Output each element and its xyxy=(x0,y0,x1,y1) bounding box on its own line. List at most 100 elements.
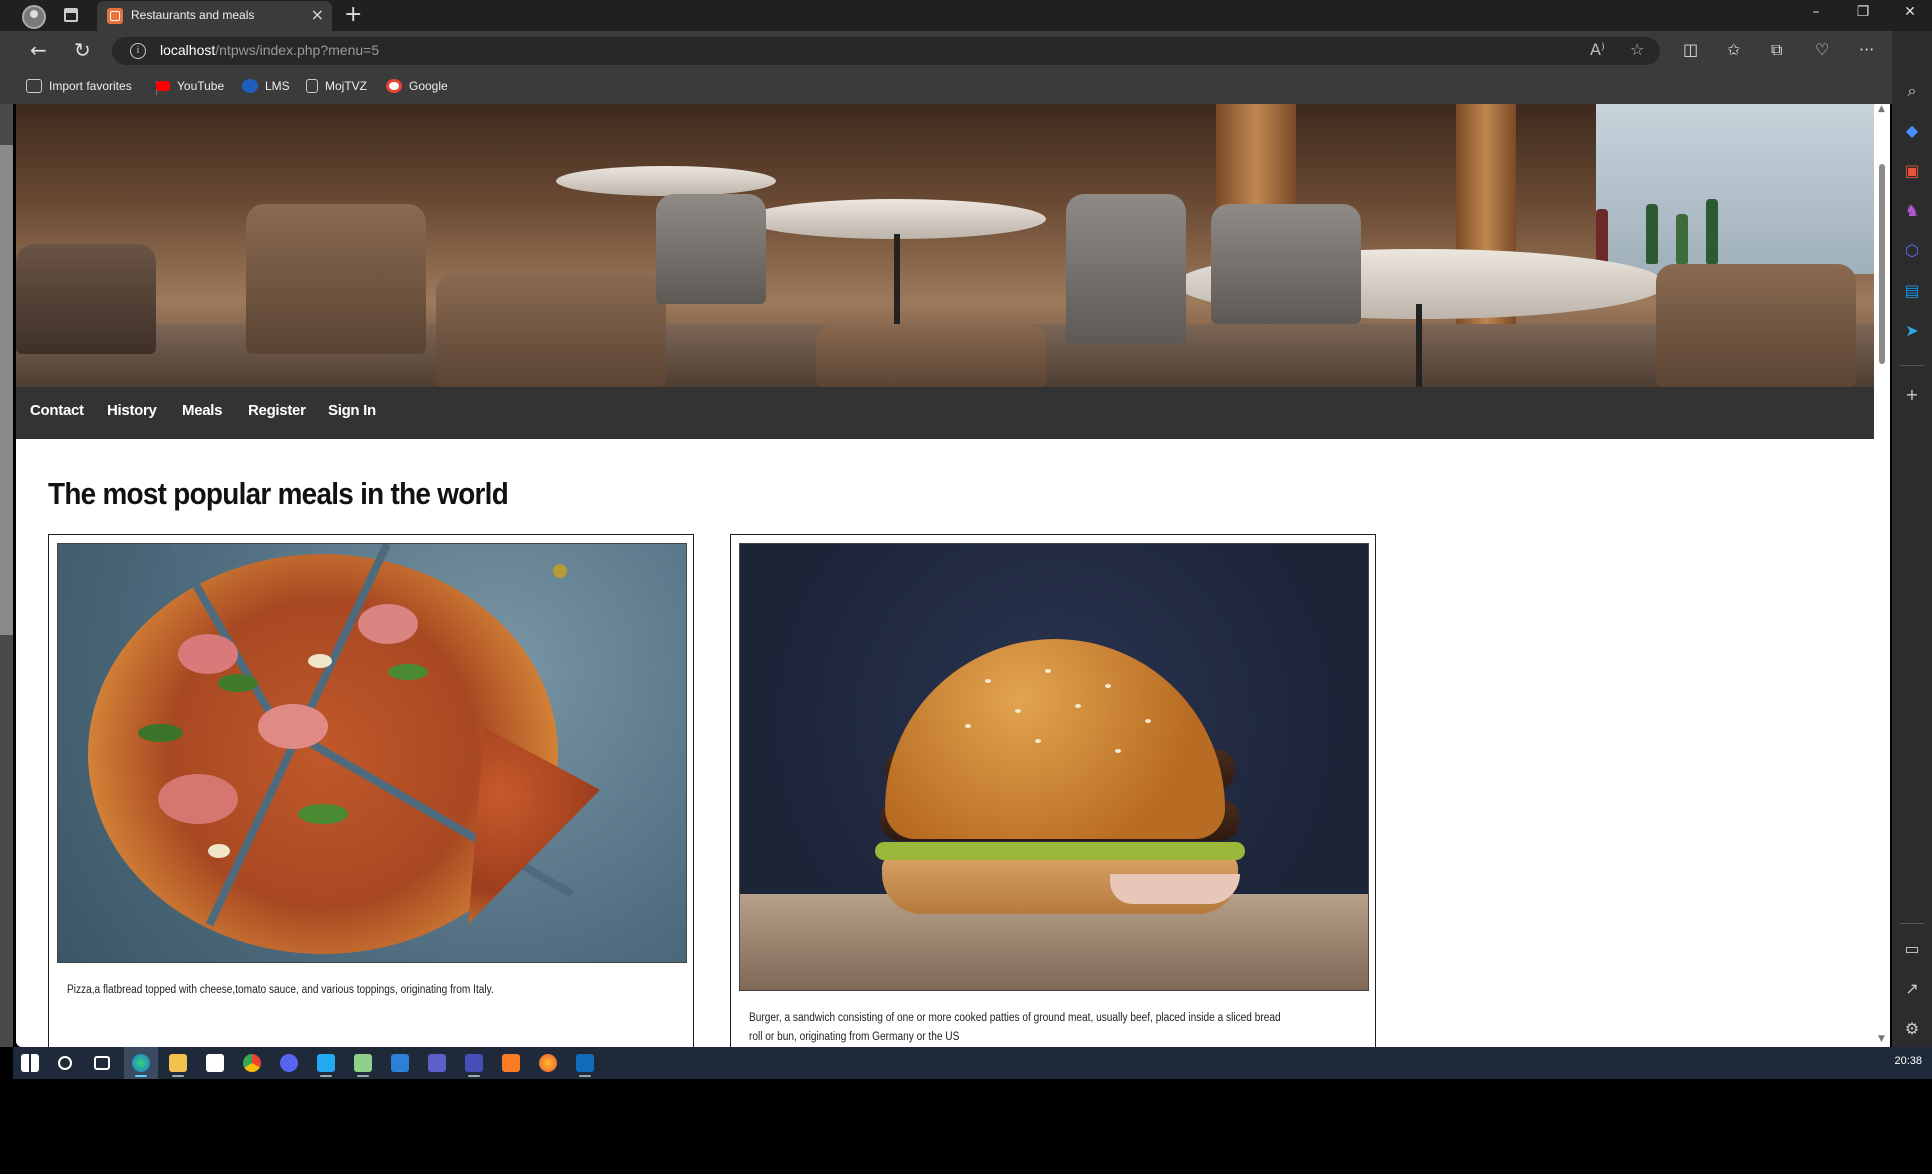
taskbar-clock[interactable]: 20:38 xyxy=(1894,1055,1922,1067)
xampp-icon[interactable] xyxy=(502,1054,520,1072)
favorites-bar: Import favorites YouTube LMS MojTVZ Goog… xyxy=(0,71,1932,104)
screen-bottom-area xyxy=(0,1079,1932,1174)
sidebar-settings-icon[interactable]: ⚙ xyxy=(1904,1021,1920,1037)
sauce xyxy=(1110,874,1240,904)
sidebar-copilot-icon[interactable]: ⬡ xyxy=(1904,243,1920,259)
nav-link-history[interactable]: History xyxy=(107,402,157,419)
top-bun xyxy=(885,639,1225,839)
hero-chair xyxy=(16,244,156,354)
nav-link-sign-in[interactable]: Sign In xyxy=(328,402,376,419)
teams-icon[interactable] xyxy=(428,1054,446,1072)
discord-icon[interactable] xyxy=(280,1054,298,1072)
file-explorer-icon[interactable] xyxy=(169,1054,187,1072)
site-nav: Contact History Meals Register Sign In xyxy=(16,387,1874,439)
running-indicator xyxy=(320,1075,332,1077)
burger-description: Burger, a sandwich consisting of one or … xyxy=(749,1012,1281,1043)
arugula xyxy=(298,804,348,824)
browser-tab-active[interactable]: Restaurants and meals × xyxy=(97,1,332,31)
pizza-photo xyxy=(58,544,686,962)
edge-icon[interactable] xyxy=(132,1054,150,1072)
favorite-star-icon[interactable]: ☆ xyxy=(1630,40,1644,59)
import-favorites-icon xyxy=(26,79,42,93)
sidebar-games-icon[interactable]: ♞ xyxy=(1904,203,1920,219)
page-scrollbar[interactable]: ▲ ▼ xyxy=(1874,104,1890,1047)
xampp-favicon-icon xyxy=(107,8,123,24)
running-indicator xyxy=(357,1075,369,1077)
favorite-lms[interactable]: LMS xyxy=(242,79,290,93)
favorite-label: Google xyxy=(409,79,448,93)
sidebar-drop-icon[interactable]: ➤ xyxy=(1904,323,1920,339)
arugula xyxy=(138,724,183,742)
hero-table-leg xyxy=(894,234,900,324)
address-toolbar: ← ↻ i localhost/ntpws/index.php?menu=5 A… xyxy=(0,31,1932,71)
lms-icon xyxy=(242,79,258,93)
sesame-seed xyxy=(1105,684,1111,688)
sesame-seed xyxy=(1045,669,1051,673)
sidebar-shopping-icon[interactable]: ◆ xyxy=(1904,123,1920,139)
scroll-up-icon[interactable]: ▲ xyxy=(1878,104,1885,114)
mail-icon[interactable] xyxy=(391,1054,409,1072)
tab-actions-icon[interactable] xyxy=(64,8,78,22)
sidebar-add-icon[interactable]: + xyxy=(1904,387,1920,403)
collections-icon[interactable]: ⧉ xyxy=(1771,40,1782,60)
close-tab-icon[interactable]: × xyxy=(311,6,324,24)
favorites-icon[interactable]: ✩ xyxy=(1727,40,1740,60)
minimize-icon[interactable]: – xyxy=(1796,4,1836,20)
sidebar-hide-icon[interactable]: ▭ xyxy=(1904,941,1920,957)
google-icon xyxy=(386,79,402,93)
chrome-icon[interactable] xyxy=(243,1054,261,1072)
nav-link-meals[interactable]: Meals xyxy=(182,402,223,419)
task-view-icon[interactable] xyxy=(94,1056,110,1070)
parmesan xyxy=(308,654,332,668)
running-indicator xyxy=(579,1075,591,1077)
nav-link-contact[interactable]: Contact xyxy=(30,402,84,419)
refresh-icon[interactable]: ↻ xyxy=(74,39,91,61)
favorite-google[interactable]: Google xyxy=(386,79,448,93)
outlook-icon[interactable] xyxy=(576,1054,594,1072)
windows-start-icon[interactable] xyxy=(21,1054,39,1072)
url-path: /ntpws/index.php?menu=5 xyxy=(215,42,380,58)
sidebar-external-icon[interactable]: ↗ xyxy=(1904,981,1920,997)
sidebar-tools-icon[interactable]: ▣ xyxy=(1904,163,1920,179)
favorite-youtube[interactable]: YouTube xyxy=(156,79,224,93)
hero-table xyxy=(556,166,776,196)
new-tab-icon[interactable]: + xyxy=(344,2,362,28)
url-host: localhost xyxy=(160,42,216,58)
teams-classic-icon[interactable] xyxy=(465,1054,483,1072)
notepad-icon[interactable] xyxy=(354,1054,372,1072)
favorite-label: MojTVZ xyxy=(325,79,367,93)
sidebar-outlook-icon[interactable]: ▤ xyxy=(1904,283,1920,299)
hero-chair xyxy=(656,194,766,304)
close-window-icon[interactable]: ✕ xyxy=(1890,4,1930,20)
restore-icon[interactable]: ❐ xyxy=(1843,4,1883,20)
address-bar[interactable]: i localhost/ntpws/index.php?menu=5 A⁾ ☆ xyxy=(112,37,1660,65)
nav-link-register[interactable]: Register xyxy=(248,402,306,419)
read-aloud-icon[interactable]: A⁾ xyxy=(1590,40,1605,59)
browser-essentials-icon[interactable]: ♡ xyxy=(1815,40,1829,60)
left-window-edge-highlight xyxy=(0,145,13,635)
vscode-icon[interactable] xyxy=(317,1054,335,1072)
page-title: The most popular meals in the world xyxy=(48,476,509,511)
search-icon[interactable] xyxy=(58,1056,72,1070)
more-menu-icon[interactable]: ··· xyxy=(1859,40,1874,60)
sesame-seed xyxy=(1145,719,1151,723)
back-icon[interactable]: ← xyxy=(30,39,47,61)
lettuce xyxy=(875,842,1245,860)
favorite-mojtvz[interactable]: MojTVZ xyxy=(306,79,367,93)
firefox-icon[interactable] xyxy=(539,1054,557,1072)
site-info-icon[interactable]: i xyxy=(130,43,146,59)
profile-avatar-icon[interactable] xyxy=(22,5,46,29)
sidebar-divider xyxy=(1900,923,1924,924)
hero-chair xyxy=(1211,204,1361,324)
scroll-thumb[interactable] xyxy=(1879,164,1885,364)
youtube-icon xyxy=(156,81,170,91)
url-text[interactable]: localhost/ntpws/index.php?menu=5 xyxy=(160,42,379,58)
prosciutto xyxy=(258,704,328,749)
split-screen-icon[interactable]: ◫ xyxy=(1683,40,1698,60)
sesame-seed xyxy=(1035,739,1041,743)
hero-bottle xyxy=(1676,214,1688,264)
scroll-down-icon[interactable]: ▼ xyxy=(1878,1034,1885,1044)
sidebar-search-icon[interactable]: ⌕ xyxy=(1904,83,1920,99)
favorite-import[interactable]: Import favorites xyxy=(26,79,132,93)
store-icon[interactable] xyxy=(206,1054,224,1072)
